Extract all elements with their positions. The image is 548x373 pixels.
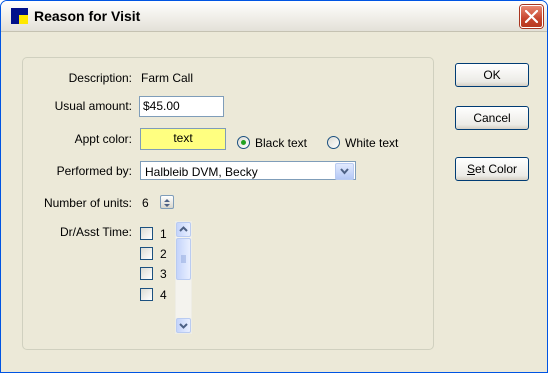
usual-amount-field[interactable]: $45.00 (139, 96, 224, 117)
time-slot-label-2: 2 (160, 247, 167, 261)
white-text-label[interactable]: White text (345, 136, 398, 150)
units-spinner[interactable] (160, 195, 174, 209)
spin-icon (164, 199, 170, 207)
black-text-label[interactable]: Black text (255, 136, 307, 150)
dr-asst-time-label: Dr/Asst Time: (59, 225, 132, 239)
time-slot-checkbox-2[interactable] (140, 247, 153, 260)
number-of-units-value[interactable]: 6 (142, 196, 149, 210)
scroll-down-icon (179, 323, 188, 329)
scroll-up-button[interactable] (176, 222, 191, 237)
chevron-down-icon (340, 168, 349, 175)
title-bar[interactable]: Reason for Visit (1, 1, 547, 32)
number-of-units-label: Number of units: (43, 196, 132, 210)
appt-color-sample[interactable]: text (140, 128, 226, 150)
appt-color-label: Appt color: (74, 132, 132, 146)
time-slot-checkbox-4[interactable] (140, 288, 153, 301)
performed-by-label: Performed by: (56, 164, 132, 178)
set-color-mnemonic: S (466, 162, 475, 176)
time-slot-checkbox-1[interactable] (140, 227, 153, 240)
performed-by-value: Halbleib DVM, Becky (145, 165, 258, 179)
set-color-button[interactable]: Set Color (455, 157, 529, 181)
dropdown-button[interactable] (335, 163, 354, 180)
dialog-window: Reason for Visit Description: Farm Call … (0, 0, 548, 373)
performed-by-dropdown[interactable]: Halbleib DVM, Becky (140, 161, 356, 180)
radio-selected-dot (241, 140, 246, 145)
scroll-thumb[interactable] (176, 238, 191, 280)
time-slot-checkbox-3[interactable] (140, 267, 153, 280)
black-text-radio[interactable] (237, 136, 250, 149)
cancel-button[interactable]: Cancel (455, 106, 529, 130)
close-button[interactable] (520, 5, 543, 28)
dialog-client: Description: Farm Call Usual amount: $45… (1, 32, 547, 372)
scroll-up-icon (179, 226, 188, 232)
time-slot-label-4: 4 (160, 288, 167, 302)
set-color-label: et Color (474, 162, 518, 176)
app-icon (11, 8, 28, 24)
window-title: Reason for Visit (34, 8, 141, 24)
ok-button[interactable]: OK (455, 63, 529, 87)
white-text-radio[interactable] (327, 136, 340, 149)
time-slot-label-3: 3 (160, 267, 167, 281)
close-icon (525, 10, 538, 23)
description-value: Farm Call (141, 71, 194, 85)
time-slot-label-1: 1 (160, 227, 167, 241)
description-label: Description: (68, 71, 132, 85)
time-slots-scrollbar[interactable] (175, 221, 192, 334)
scroll-down-button[interactable] (176, 318, 191, 333)
grip-icon (181, 255, 186, 263)
usual-amount-label: Usual amount: (54, 99, 132, 113)
